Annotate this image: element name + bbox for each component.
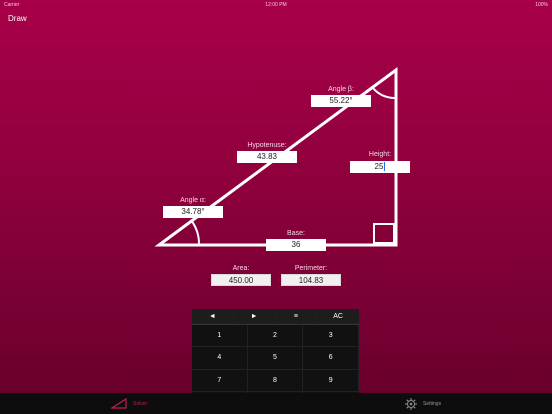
menu-key[interactable]: ≡ xyxy=(275,309,318,324)
key-2[interactable]: 2 xyxy=(247,325,304,348)
cursor-right-key[interactable]: ► xyxy=(233,309,276,324)
angle-beta-label: Angle β: xyxy=(328,86,354,93)
base-field[interactable]: 36 xyxy=(266,239,326,251)
right-angle-marker xyxy=(373,223,395,244)
cursor-left-key[interactable]: ◄ xyxy=(192,309,234,324)
area-field: 450.00 xyxy=(211,274,271,286)
key-4[interactable]: 4 xyxy=(192,347,248,370)
triangle-icon xyxy=(111,398,127,409)
clear-all-key[interactable]: AC xyxy=(317,309,359,324)
tab-settings[interactable]: Settings xyxy=(405,398,441,410)
tab-settings-label: Settings xyxy=(423,401,442,407)
gear-icon xyxy=(405,398,417,410)
key-7[interactable]: 7 xyxy=(192,369,248,392)
keypad-toolbar: ◄ ► ≡ AC xyxy=(192,309,359,325)
angle-alpha-field[interactable]: 34.78° xyxy=(163,206,223,218)
base-label: Base: xyxy=(287,230,305,237)
tab-bar: Solver Settings xyxy=(0,393,552,414)
hypotenuse-label: Hypotenuse: xyxy=(247,142,287,149)
perimeter-field: 104.83 xyxy=(281,274,341,286)
alpha-arc xyxy=(190,219,201,246)
height-value: 25 xyxy=(374,162,384,171)
text-cursor xyxy=(384,162,386,172)
angle-alpha-label: Angle α: xyxy=(180,197,206,204)
hypotenuse-field[interactable]: 43.83 xyxy=(237,151,297,163)
perimeter-label: Perimeter: xyxy=(294,265,328,272)
key-5[interactable]: 5 xyxy=(247,347,304,370)
key-6[interactable]: 6 xyxy=(303,347,359,370)
tab-solver-label: Solver xyxy=(133,400,148,407)
height-field[interactable]: 25 xyxy=(350,161,410,173)
angle-beta-field[interactable]: 55.22° xyxy=(311,95,371,107)
key-1[interactable]: 1 xyxy=(192,325,248,348)
area-label: Area: xyxy=(232,265,250,272)
key-9[interactable]: 9 xyxy=(303,369,359,392)
key-3[interactable]: 3 xyxy=(303,325,359,348)
tab-solver[interactable]: Solver xyxy=(111,398,147,409)
height-label: Height: xyxy=(368,151,392,158)
beta-arc xyxy=(372,87,397,100)
key-8[interactable]: 8 xyxy=(247,369,304,392)
